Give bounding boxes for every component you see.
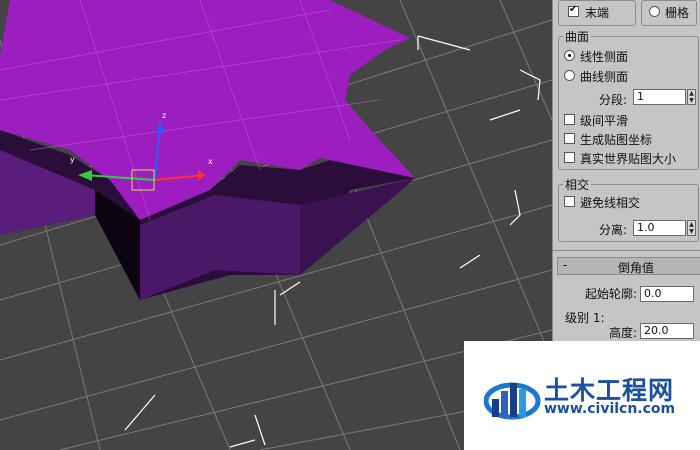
caps-end-label: 末端 — [585, 6, 610, 20]
separation-input[interactable]: 1.0 — [633, 220, 686, 236]
avoid-self-intersect-checkbox[interactable] — [564, 196, 575, 207]
segments-spinner[interactable]: ▲ ▼ — [687, 89, 696, 105]
real-world-map-size-checkbox[interactable] — [564, 152, 575, 163]
surface-group-title: 曲面 — [563, 28, 592, 45]
bevel-values-title: 倒角值 — [618, 261, 655, 275]
separation-spinner[interactable]: ▲ ▼ — [687, 220, 696, 236]
gizmo-label-x: x — [208, 157, 213, 166]
civilcn-logo-icon — [484, 382, 541, 420]
curved-sides-label: 曲线侧面 — [580, 70, 629, 84]
cap-type-grid-label: 栅格 — [665, 6, 690, 20]
cap-type-grid-radio[interactable] — [649, 6, 660, 17]
separation-label: 分离: — [599, 223, 628, 237]
gen-mapping-coords-checkbox[interactable] — [564, 133, 575, 144]
watermark-logo: 土木工程网 www.civilcn.com — [464, 341, 700, 450]
rollout-collapse-icon: - — [563, 258, 568, 272]
smooth-across-levels-checkbox[interactable] — [564, 114, 575, 125]
start-outline-input[interactable]: 0.0 — [640, 286, 694, 302]
watermark-url: www.civilcn.com — [544, 401, 676, 417]
gizmo-label-y: y — [70, 155, 75, 164]
real-world-map-size-label: 真实世界贴图大小 — [580, 152, 677, 166]
linear-sides-label: 线性侧面 — [580, 50, 629, 64]
avoid-self-intersect-label: 避免线相交 — [580, 196, 641, 210]
gen-mapping-coords-label: 生成贴图坐标 — [580, 133, 653, 147]
segments-label: 分段: — [599, 93, 628, 107]
segments-input[interactable]: 1 — [633, 89, 686, 105]
linear-sides-radio[interactable] — [564, 50, 575, 61]
smooth-across-levels-label: 级间平滑 — [580, 114, 629, 128]
curved-sides-radio[interactable] — [564, 70, 575, 81]
bevel-values-rollout-header[interactable]: - 倒角值 — [557, 257, 700, 275]
start-outline-label: 起始轮廓: — [585, 287, 638, 301]
gizmo-label-z: z — [162, 111, 166, 120]
intersections-group-title: 相交 — [563, 176, 592, 193]
height-label: 高度: — [609, 326, 638, 340]
height-input[interactable]: 20.0 — [640, 323, 694, 339]
rollout-divider — [553, 250, 700, 251]
caps-end-checkbox[interactable] — [568, 4, 579, 17]
level1-label: 级别 1: — [565, 311, 605, 325]
